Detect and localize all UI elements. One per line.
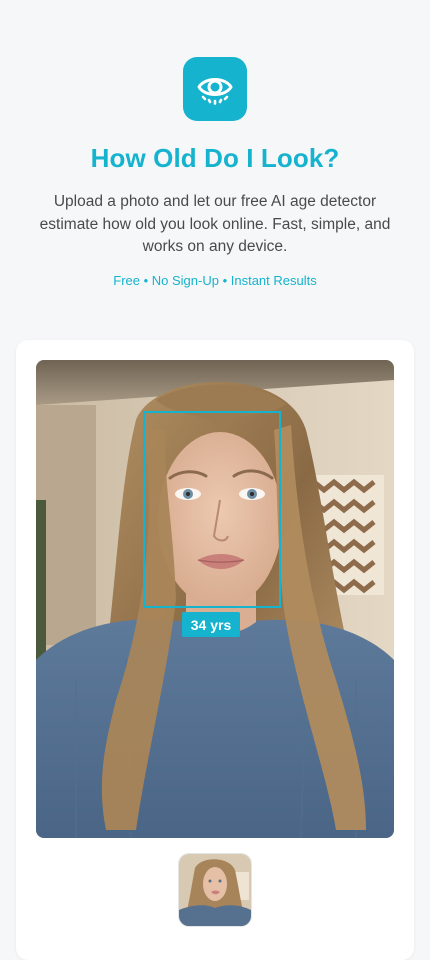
- app-logo: [183, 57, 247, 121]
- face-detection-box: [143, 411, 281, 608]
- feature-tagline: Free • No Sign-Up • Instant Results: [113, 273, 317, 288]
- age-estimate-badge: 34 yrs: [182, 612, 240, 637]
- eye-icon: [197, 78, 233, 105]
- page-title: How Old Do I Look?: [90, 143, 340, 173]
- page-description: Upload a photo and let our free AI age d…: [39, 193, 391, 255]
- photo-thumbnail[interactable]: [179, 854, 251, 926]
